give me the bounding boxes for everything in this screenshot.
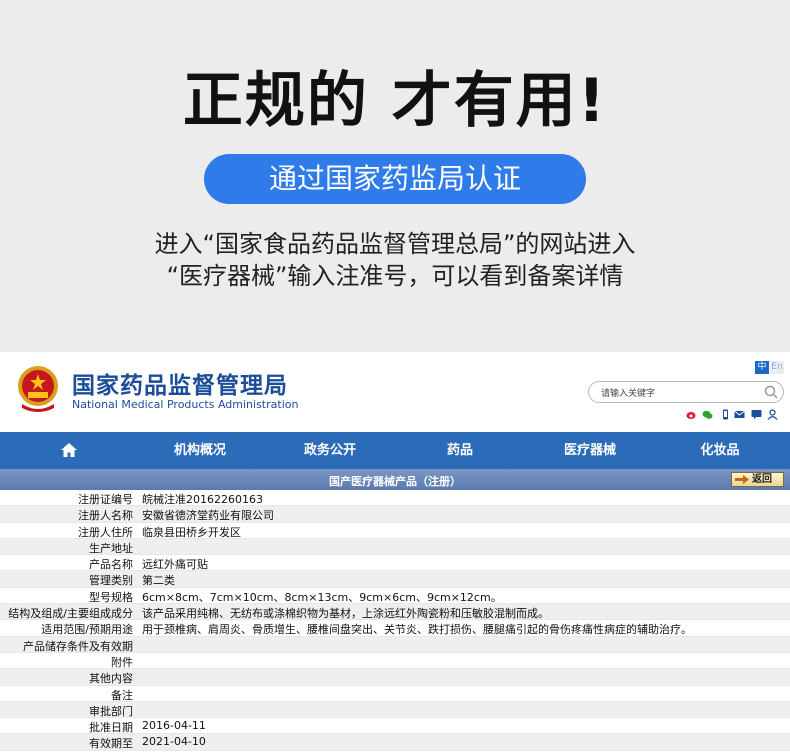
- field-label: 备注: [111, 688, 133, 702]
- lang-en-button[interactable]: En: [770, 361, 784, 374]
- field-label: 管理类别: [89, 574, 133, 588]
- field-label: 审批部门: [89, 704, 133, 718]
- field-label: 适用范围/预期用途: [41, 623, 133, 637]
- field-label: 产品名称: [89, 558, 133, 572]
- field-label: 生产地址: [89, 541, 133, 555]
- wechat-icon[interactable]: [702, 409, 713, 420]
- table-row: 型号规格 6cm×8cm、7cm×10cm、8cm×13cm、9cm×6cm、9c…: [0, 588, 790, 605]
- promo-instruction-line-2: “医疗器械”输入注准号，可以看到备案详情: [166, 262, 624, 290]
- promo-headline: 正规的 才有用!: [182, 66, 608, 136]
- table-row: 注册证编号 皖械注准20162260163: [0, 490, 790, 507]
- field-value: 6cm×8cm、7cm×10cm、8cm×13cm、9cm×6cm、9cm×12…: [142, 590, 502, 604]
- table-row: 产品名称 远红外痛可贴: [0, 555, 790, 572]
- nav-item-cosmetics[interactable]: 化妆品: [680, 432, 760, 469]
- table-row: 审批部门: [0, 701, 790, 719]
- promo-banner: 正规的 才有用! 通过国家药监局认证 进入“国家食品药品监督管理总局”的网站进入…: [0, 0, 790, 352]
- table-row: 生产地址: [0, 538, 790, 556]
- table-row: 产品储存条件及有效期: [0, 636, 790, 653]
- section-title: 国产医疗器械产品（注册）: [329, 475, 461, 488]
- message-icon[interactable]: [751, 409, 762, 420]
- nav-item-org[interactable]: 机构概况: [160, 432, 240, 469]
- table-row: 注册人住所 临泉县田桥乡开发区: [0, 523, 790, 539]
- table-row: 备注: [0, 686, 790, 702]
- detail-table: 注册证编号 皖械注准20162260163 注册人名称 安徽省德济堂药业有限公司 注册人…: [0, 490, 790, 751]
- table-row: 附件: [0, 653, 790, 670]
- field-value: 用于颈椎病、肩周炎、骨质增生、腰椎间盘突出、关节炎、跌打损伤、腰腿痛引起的骨伤疼…: [142, 623, 692, 637]
- field-value: 安徽省德济堂药业有限公司: [142, 509, 274, 523]
- nav-item-drugs[interactable]: 药品: [420, 432, 500, 469]
- site-header: 国家药品监督管理局 National Medical Products Admi…: [0, 352, 790, 432]
- search-placeholder: 请输入关键字: [601, 389, 656, 399]
- nmpa-website: 国家药品监督管理局 National Medical Products Admi…: [0, 352, 790, 752]
- field-label: 结构及组成/主要组成成分: [8, 607, 133, 621]
- weibo-icon[interactable]: [686, 409, 697, 420]
- table-row: 管理类别 第二类: [0, 571, 790, 588]
- field-label: 产品储存条件及有效期: [23, 639, 133, 653]
- back-label: 返回: [752, 474, 772, 485]
- field-value: 2021-04-10: [142, 735, 206, 749]
- table-row: 结构及组成/主要组成成分 该产品采用纯棉、无纺布或涤棉织物为基材，上涂远红外陶瓷粉…: [0, 604, 790, 621]
- table-row: 有效期至 2021-04-10: [0, 734, 790, 751]
- nav-item-affairs[interactable]: 政务公开: [290, 432, 370, 469]
- field-label: 有效期至: [89, 737, 133, 751]
- mail-icon[interactable]: [734, 409, 745, 420]
- arrow-right-icon: [735, 475, 749, 484]
- back-button[interactable]: 返回: [731, 472, 784, 487]
- field-value: 远红外痛可贴: [142, 558, 208, 572]
- search-input[interactable]: 请输入关键字: [588, 381, 784, 403]
- national-emblem-icon: [18, 366, 58, 412]
- field-value: 2016-04-11: [142, 719, 206, 733]
- table-row: 适用范围/预期用途 用于颈椎病、肩周炎、骨质增生、腰椎间盘突出、关节炎、跌打损伤、…: [0, 620, 790, 637]
- field-label: 其他内容: [89, 672, 133, 686]
- mobile-icon[interactable]: [720, 409, 731, 420]
- nav-item-devices[interactable]: 医疗器械: [550, 432, 630, 469]
- field-value: 临泉县田桥乡开发区: [142, 525, 241, 539]
- table-row: 批准日期 2016-04-11: [0, 718, 790, 735]
- home-icon[interactable]: [61, 443, 77, 457]
- main-nav: 机构概况 政务公开 药品 医疗器械 化妆品: [0, 432, 790, 469]
- table-row: 其他内容: [0, 669, 790, 686]
- field-label: 注册人住所: [78, 525, 133, 539]
- promo-instruction-line-1: 进入“国家食品药品监督管理总局”的网站进入: [154, 230, 636, 258]
- lang-cn-button[interactable]: 中: [755, 361, 769, 374]
- field-value: 第二类: [142, 574, 175, 588]
- certification-pill: 通过国家药监局认证: [204, 154, 586, 204]
- search-icon[interactable]: [763, 384, 779, 400]
- field-value: 皖械注准20162260163: [142, 493, 263, 506]
- field-value: 该产品采用纯棉、无纺布或涤棉织物为基材，上涂远红外陶瓷粉和压敏胶混制而成。: [142, 607, 549, 621]
- field-label: 注册证编号: [78, 493, 133, 506]
- field-label: 注册人名称: [78, 509, 133, 523]
- section-header: 国产医疗器械产品（注册） 返回: [0, 469, 790, 490]
- table-row: 注册人名称 安徽省德济堂药业有限公司: [0, 506, 790, 523]
- field-label: 附件: [111, 655, 133, 669]
- page: 正规的 才有用! 通过国家药监局认证 进入“国家食品药品监督管理总局”的网站进入…: [0, 0, 790, 752]
- site-name-cn[interactable]: 国家药品监督管理局: [72, 366, 288, 400]
- field-label: 型号规格: [89, 590, 133, 604]
- site-name-en: National Medical Products Administration: [72, 398, 299, 411]
- user-icon[interactable]: [767, 409, 778, 420]
- field-label: 批准日期: [89, 721, 133, 735]
